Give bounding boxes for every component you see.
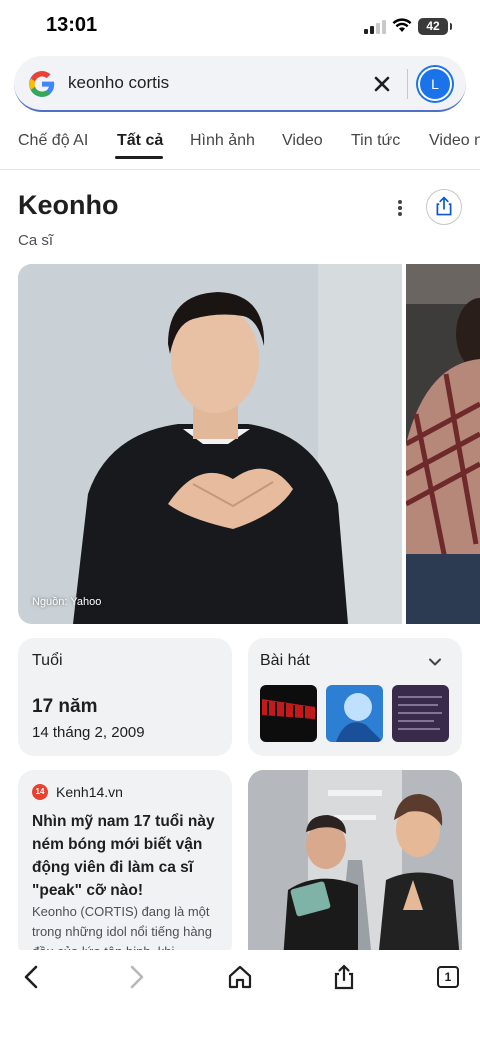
clear-search-button[interactable] bbox=[370, 72, 394, 96]
tab-all[interactable]: Tất cả bbox=[117, 132, 163, 150]
account-avatar[interactable]: L bbox=[418, 67, 452, 101]
entity-subtitle: Ca sĩ bbox=[18, 232, 54, 249]
songs-card[interactable]: Bài hát bbox=[248, 638, 462, 756]
age-label: Tuổi bbox=[32, 652, 63, 669]
song-thumbnail[interactable] bbox=[260, 685, 317, 742]
song-cover-blue-image bbox=[326, 685, 383, 742]
song-thumbnail[interactable] bbox=[326, 685, 383, 742]
status-time: 13:01 bbox=[46, 14, 98, 36]
forward-button[interactable] bbox=[122, 963, 150, 991]
kenh14-logo-icon: 14 bbox=[32, 784, 48, 800]
entity-main-photo[interactable]: Nguồn: Yahoo bbox=[18, 264, 402, 624]
home-button[interactable] bbox=[226, 963, 254, 991]
birth-date: 14 tháng 2, 2009 bbox=[32, 724, 145, 741]
song-thumbnail[interactable] bbox=[392, 685, 449, 742]
search-box[interactable]: keonho cortis L bbox=[14, 56, 466, 112]
search-divider bbox=[407, 69, 408, 99]
video-card[interactable] bbox=[248, 770, 462, 960]
share-page-button[interactable] bbox=[330, 963, 358, 991]
status-bar: 13:01 42 bbox=[0, 0, 480, 54]
song-cover-red-image bbox=[260, 685, 317, 742]
person-photo-image bbox=[18, 264, 402, 624]
tab-short-videos[interactable]: Video n bbox=[429, 132, 480, 150]
song-cover-purple-image bbox=[392, 685, 449, 742]
entity-secondary-photo[interactable] bbox=[406, 264, 480, 624]
secondary-person-image bbox=[406, 264, 480, 624]
tab-images[interactable]: Hình ảnh bbox=[190, 132, 255, 150]
battery-icon: 42 bbox=[418, 18, 452, 35]
active-tab-indicator bbox=[115, 156, 163, 159]
video-thumbnail-image bbox=[248, 770, 462, 960]
search-tabs: Chế độ AI Tất cả Hình ảnh Video Tin tức … bbox=[0, 118, 480, 170]
entity-title: Keonho bbox=[18, 190, 119, 220]
news-headline[interactable]: Nhìn mỹ nam 17 tuổi này ném bóng mới biế… bbox=[32, 810, 228, 902]
more-options-icon[interactable] bbox=[388, 196, 412, 220]
age-card[interactable]: Tuổi 17 năm 14 tháng 2, 2009 bbox=[18, 638, 232, 756]
share-button[interactable] bbox=[426, 189, 462, 225]
photo-source-caption: Nguồn: Yahoo bbox=[32, 596, 102, 608]
cellular-signal-icon bbox=[364, 20, 386, 34]
search-input[interactable]: keonho cortis bbox=[68, 73, 169, 93]
share-icon bbox=[436, 196, 452, 216]
browser-toolbar bbox=[0, 950, 480, 1039]
songs-label: Bài hát bbox=[260, 652, 310, 669]
news-source: Kenh14.vn bbox=[56, 784, 123, 800]
tab-news[interactable]: Tin tức bbox=[351, 132, 400, 150]
news-card[interactable]: 14 Kenh14.vn Nhìn mỹ nam 17 tuổi này ném… bbox=[18, 770, 232, 960]
tab-videos[interactable]: Video bbox=[282, 132, 323, 150]
wifi-icon bbox=[392, 18, 412, 32]
tab-ai-mode[interactable]: Chế độ AI bbox=[18, 132, 88, 150]
chevron-down-icon[interactable] bbox=[426, 653, 444, 671]
google-logo-icon bbox=[29, 71, 55, 97]
back-button[interactable] bbox=[18, 963, 46, 991]
open-tabs-button[interactable]: 1 bbox=[437, 966, 459, 988]
age-value: 17 năm bbox=[32, 696, 98, 717]
